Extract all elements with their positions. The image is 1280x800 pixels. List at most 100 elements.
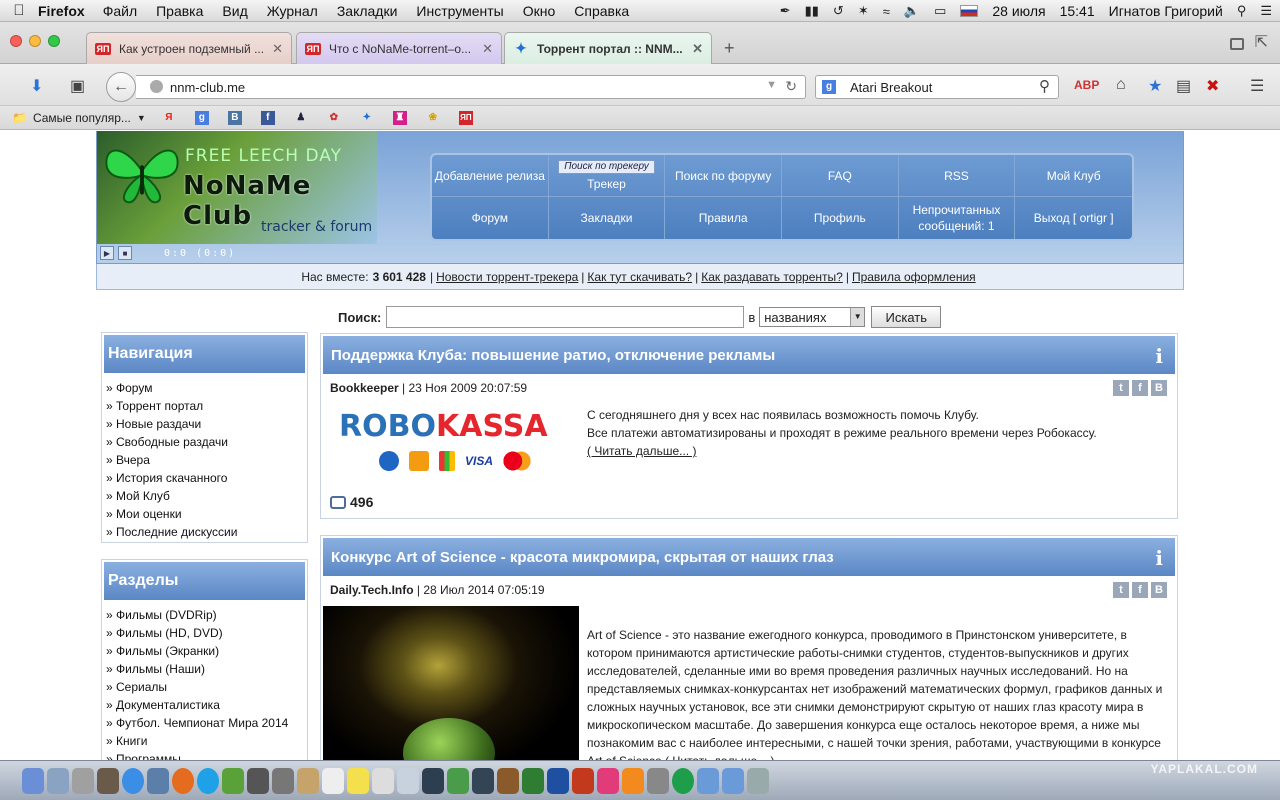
menu-add-release[interactable]: Добавление релиза [432,155,549,197]
site-search-input[interactable] [386,306,745,328]
menu-file[interactable]: Файл [103,3,137,19]
menubar-date[interactable]: 28 июля [992,3,1045,19]
menu-tracker[interactable]: Поиск по трекеру Трекер [548,155,666,197]
skype-icon[interactable] [197,767,219,794]
nav-item-new-releases[interactable]: » Новые раздачи [106,415,303,433]
vk-bookmark-icon[interactable]: B [227,110,242,125]
sidebar-toggle-icon[interactable]: ▣ [70,76,85,96]
tab-1[interactable]: ЯП Как устроен подземный ... ✕ [86,32,292,64]
url-dropdown-icon[interactable]: ▼ [766,79,777,91]
formatting-rules-link[interactable]: Правила оформления [852,270,976,284]
section-item[interactable]: » Документалистика [106,696,303,714]
menubar-time[interactable]: 15:41 [1060,3,1095,19]
battery-meter-icon[interactable]: ▮▮ [805,3,819,19]
menu-forum-search[interactable]: Поиск по форуму [665,155,782,197]
menu-faq[interactable]: FAQ [781,155,899,197]
preview-icon[interactable] [47,767,69,794]
battery-icon[interactable]: ▭ [934,3,946,19]
bluetooth-icon[interactable]: ✶ [858,3,869,19]
comments-count[interactable]: 496 [330,494,373,510]
close-tab-icon[interactable]: ✕ [272,41,283,57]
facebook-share-icon[interactable]: f [1132,380,1148,396]
menu-logout[interactable]: Выход [ ortigr ] [1015,197,1132,239]
yap-bookmark-icon[interactable]: ЯП [458,110,473,125]
search-scope-select[interactable]: названиях ▼ [759,307,866,327]
section-item[interactable]: » Сериалы [106,678,303,696]
section-item[interactable]: » Фильмы (Экранки) [106,642,303,660]
back-button[interactable]: ← [106,72,136,102]
yandex-bookmark-icon[interactable]: Я [162,111,176,125]
tracker-news-link[interactable]: Новости торрент-трекера [436,270,578,284]
google-bookmark-icon[interactable]: g [194,110,209,125]
article-author[interactable]: Bookkeeper [330,381,399,395]
section-item[interactable]: » Фильмы (Наши) [106,660,303,678]
calendar-icon[interactable] [372,767,394,794]
adblock-icon[interactable]: ABP [1074,78,1099,92]
facebook-share-icon[interactable]: f [1132,582,1148,598]
flower-bookmark-icon[interactable]: ✿ [327,111,341,125]
article-photo[interactable] [323,606,579,760]
search-icon[interactable]: ⚲ [1039,77,1050,95]
section-item[interactable]: » Фильмы (HD, DVD) [106,624,303,642]
tab-groups-icon[interactable] [1230,38,1244,50]
paperclip-icon[interactable]: ✒ [780,3,791,19]
article-title[interactable]: Поддержка Клуба: повышение ратио, отключ… [323,336,1175,374]
guitar-icon[interactable] [497,767,519,794]
zoom-window-button[interactable] [48,35,60,47]
mail-icon[interactable] [147,767,169,794]
search-button[interactable]: Искать [871,306,942,328]
tab-list-chevron-icon[interactable]: ⇱ [1255,32,1268,52]
nav-item-forum[interactable]: » Форум [106,379,303,397]
bee-bookmark-icon[interactable]: ❀ [426,111,440,125]
section-item[interactable]: » Футбол. Чемпионат Мира 2014 [106,714,303,732]
tracker-search-button[interactable]: Поиск по трекеру [558,159,655,174]
how-seed-link[interactable]: Как раздавать торренты? [701,270,843,284]
ibooks-icon[interactable] [622,767,644,794]
minimize-window-button[interactable] [29,35,41,47]
info-icon[interactable]: i [1155,344,1163,368]
nav-item-free-releases[interactable]: » Свободные раздачи [106,433,303,451]
android-icon[interactable] [222,767,244,794]
nav-item-recent-discussions[interactable]: » Последние дискуссии [106,523,303,541]
notes-icon[interactable] [97,767,119,794]
most-visited-bookmark[interactable]: 📁 Самые популяр... ▼ [12,111,146,125]
lightroom-icon[interactable] [422,767,444,794]
facetime-icon[interactable] [272,767,294,794]
menu-rules[interactable]: Правила [665,197,782,239]
menu-rss[interactable]: RSS [898,155,1016,197]
menu-bookmarks[interactable]: Закладки [549,197,666,239]
nav-item-my-club[interactable]: » Мой Клуб [106,487,303,505]
downloads-folder-icon[interactable] [722,767,744,794]
menu-edit[interactable]: Правка [156,3,203,19]
menu-forum[interactable]: Форум [432,197,549,239]
menu-bookmarks[interactable]: Закладки [337,3,398,19]
reload-icon[interactable]: ↻ [785,78,797,95]
contacts-icon[interactable] [297,767,319,794]
powerpoint-icon[interactable] [572,767,594,794]
new-tab-icon[interactable]: + [724,38,735,59]
download-icon[interactable]: ⬇ [30,76,43,96]
time-machine-icon[interactable]: ↺ [833,3,844,19]
tab-2[interactable]: ЯП Что с NoNaMe-torrent–о... ✕ [296,32,502,64]
firefox-icon[interactable] [172,767,194,794]
dashboard-icon[interactable] [247,767,269,794]
menu-profile[interactable]: Профиль [782,197,899,239]
tab-3-active[interactable]: ✦ Торрент портал :: NNM... ✕ [504,32,712,64]
utorrent-icon[interactable] [447,767,469,794]
vk-share-icon[interactable]: B [1151,380,1167,396]
menu-history[interactable]: Журнал [267,3,318,19]
close-tab-icon[interactable]: ✕ [692,41,703,57]
section-item[interactable]: » Книги [106,732,303,750]
stickies-icon[interactable] [347,767,369,794]
volume-icon[interactable]: 🔈 [904,3,920,19]
nav-item-download-history[interactable]: » История скачанного [106,469,303,487]
podcast-icon[interactable] [672,767,694,794]
spotlight-icon[interactable]: ⚲ [1237,3,1247,19]
play-icon[interactable]: ▶ [100,246,114,260]
nav-item-my-ratings[interactable]: » Мои оценки [106,505,303,523]
site-logo[interactable]: FREE LEECH DAY NoNaMe Club tracker & for… [97,131,377,244]
menu-unread-messages[interactable]: Непрочитанных сообщений: 1 [899,197,1016,239]
how-download-link[interactable]: Как тут скачивать? [587,270,692,284]
launchpad-icon[interactable] [72,767,94,794]
nav-item-torrent-portal[interactable]: » Торрент портал [106,397,303,415]
